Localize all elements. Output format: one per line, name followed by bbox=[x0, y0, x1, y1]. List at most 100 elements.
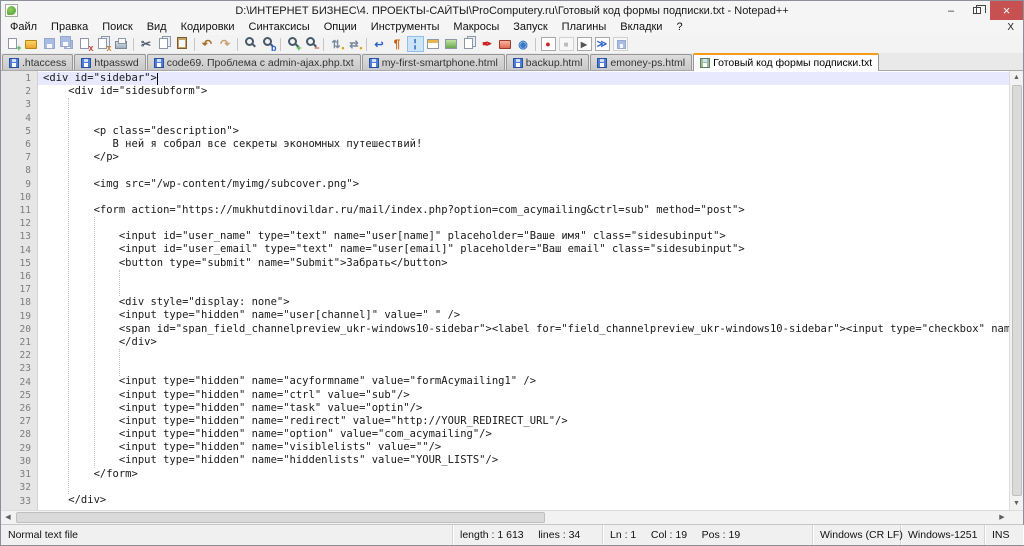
copy-icon[interactable] bbox=[156, 36, 173, 52]
code-line-8[interactable] bbox=[38, 164, 1009, 177]
doc-switcher-icon[interactable] bbox=[461, 36, 478, 52]
tab-7[interactable]: Готовый код формы подписки.txt bbox=[693, 53, 879, 71]
paste-icon[interactable] bbox=[174, 36, 191, 52]
status-encoding[interactable]: Windows-1251 bbox=[901, 525, 985, 545]
code-line-9[interactable]: <img src="/wp-content/myimg/subcover.png… bbox=[38, 178, 1009, 191]
code-line-13[interactable]: <input id="user_name" type="text" name="… bbox=[38, 230, 1009, 243]
code-line-30[interactable]: <input type="hidden" name="hiddenlists" … bbox=[38, 454, 1009, 467]
macro-play-icon[interactable]: ▶ bbox=[576, 36, 593, 52]
code-line-17[interactable] bbox=[38, 283, 1009, 296]
code-line-10[interactable] bbox=[38, 191, 1009, 204]
indent-guide-icon[interactable]: ¦ bbox=[407, 36, 424, 52]
zoom-in-icon[interactable]: + bbox=[285, 36, 302, 52]
code-line-26[interactable]: <input type="hidden" name="task" value="… bbox=[38, 402, 1009, 415]
macro-run-multiple-icon[interactable]: ≫ bbox=[594, 36, 611, 52]
code-line-2[interactable]: <div id="sidesubform"> bbox=[38, 85, 1009, 98]
sync-horizontal-icon[interactable]: ⇄• bbox=[346, 36, 363, 52]
code-line-20[interactable]: <span id="span_field_channelpreview_ukr-… bbox=[38, 323, 1009, 336]
menu-item-help[interactable]: ? bbox=[669, 20, 689, 35]
code-line-12[interactable] bbox=[38, 217, 1009, 230]
vertical-scrollbar[interactable]: ▲ ▼ bbox=[1009, 71, 1023, 510]
vertical-scrollbar-thumb[interactable] bbox=[1012, 85, 1022, 496]
preview-eye-icon[interactable]: ◉ bbox=[515, 36, 532, 52]
code-line-22[interactable] bbox=[38, 349, 1009, 362]
close-button[interactable]: × bbox=[990, 1, 1023, 20]
print-icon[interactable] bbox=[113, 36, 130, 52]
code-line-1[interactable]: <div id="sidebar"> bbox=[38, 72, 1009, 85]
pdf-export-icon[interactable]: ✒ bbox=[479, 36, 496, 52]
code-line-6[interactable]: В ней я собрал все секреты экономных пут… bbox=[38, 138, 1009, 151]
menubar-close-document-button[interactable]: X bbox=[1007, 22, 1023, 33]
macro-save-icon[interactable] bbox=[612, 36, 629, 52]
code-line-15[interactable]: <button type="submit" name="Submit">Забр… bbox=[38, 257, 1009, 270]
function-list-icon[interactable] bbox=[425, 36, 442, 52]
code-line-27[interactable]: <input type="hidden" name="redirect" val… bbox=[38, 415, 1009, 428]
code-line-14[interactable]: <input id="user_email" type="text" name=… bbox=[38, 243, 1009, 256]
tab-5[interactable]: backup.html bbox=[506, 54, 590, 70]
code-line-18[interactable]: <div style="display: none"> bbox=[38, 296, 1009, 309]
new-file-icon[interactable]: + bbox=[5, 36, 22, 52]
tab-1[interactable]: .htaccess bbox=[2, 54, 73, 70]
menu-item-макросы[interactable]: Макросы bbox=[446, 20, 506, 35]
word-wrap-icon[interactable]: ↩ bbox=[371, 36, 388, 52]
text-editor[interactable]: <div id="sidebar"> <div id="sidesubform"… bbox=[38, 71, 1009, 510]
code-line-3[interactable] bbox=[38, 98, 1009, 111]
code-line-25[interactable]: <input type="hidden" name="ctrl" value="… bbox=[38, 389, 1009, 402]
tab-4[interactable]: my-first-smartphone.html bbox=[362, 54, 505, 70]
open-folder-icon[interactable] bbox=[23, 36, 40, 52]
code-line-31[interactable]: </form> bbox=[38, 468, 1009, 481]
code-line-21[interactable]: </div> bbox=[38, 336, 1009, 349]
scroll-left-arrow[interactable]: ◀ bbox=[1, 511, 15, 524]
code-line-29[interactable]: <input type="hidden" name="visiblelists"… bbox=[38, 441, 1009, 454]
menu-item-инструменты[interactable]: Инструменты bbox=[364, 20, 447, 35]
redo-icon[interactable]: ↷ bbox=[217, 36, 234, 52]
menu-item-файл[interactable]: Файл bbox=[3, 20, 44, 35]
code-line-11[interactable]: <form action="https://mukhutdinovildar.r… bbox=[38, 204, 1009, 217]
undo-icon[interactable]: ↶ bbox=[199, 36, 216, 52]
scroll-right-arrow[interactable]: ▶ bbox=[995, 511, 1009, 524]
find-icon[interactable] bbox=[242, 36, 259, 52]
code-line-5[interactable]: <p class="description"> bbox=[38, 125, 1009, 138]
menu-item-плагины[interactable]: Плагины bbox=[555, 20, 614, 35]
mime-tools-icon[interactable] bbox=[497, 36, 514, 52]
menu-item-опции[interactable]: Опции bbox=[317, 20, 364, 35]
tab-6[interactable]: emoney-ps.html bbox=[590, 54, 692, 70]
code-line-33[interactable]: </div> bbox=[38, 494, 1009, 507]
line-number-gutter[interactable]: 1234567891011121314151617181920212223242… bbox=[1, 71, 38, 510]
sync-vertical-icon[interactable]: ⇅• bbox=[328, 36, 345, 52]
horizontal-scrollbar-thumb[interactable] bbox=[16, 512, 545, 523]
menu-item-правка[interactable]: Правка bbox=[44, 20, 95, 35]
code-line-32[interactable] bbox=[38, 481, 1009, 494]
code-line-19[interactable]: <input type="hidden" name="user[channel]… bbox=[38, 309, 1009, 322]
tab-2[interactable]: htpasswd bbox=[74, 54, 145, 70]
status-typing-mode[interactable]: INS bbox=[985, 525, 1023, 545]
show-all-characters-icon[interactable]: ¶ bbox=[389, 36, 406, 52]
cut-icon[interactable]: ✂ bbox=[138, 36, 155, 52]
save-icon[interactable] bbox=[41, 36, 58, 52]
code-line-16[interactable] bbox=[38, 270, 1009, 283]
close-file-icon[interactable]: x bbox=[77, 36, 94, 52]
document-map-icon[interactable] bbox=[443, 36, 460, 52]
replace-icon[interactable]: b bbox=[260, 36, 277, 52]
code-line-7[interactable]: </p> bbox=[38, 151, 1009, 164]
code-line-28[interactable]: <input type="hidden" name="option" value… bbox=[38, 428, 1009, 441]
macro-stop-icon[interactable]: ■ bbox=[558, 36, 575, 52]
minimize-button[interactable]: – bbox=[938, 1, 964, 20]
code-line-4[interactable] bbox=[38, 112, 1009, 125]
scroll-up-arrow[interactable]: ▲ bbox=[1013, 71, 1020, 84]
menu-item-кодировки[interactable]: Кодировки bbox=[174, 20, 242, 35]
menu-item-поиск[interactable]: Поиск bbox=[95, 20, 139, 35]
status-eol-format[interactable]: Windows (CR LF) bbox=[813, 525, 901, 545]
save-all-icon[interactable] bbox=[59, 36, 76, 52]
horizontal-scrollbar-track[interactable] bbox=[15, 511, 995, 524]
tab-3[interactable]: code69. Проблема с admin-ajax.php.txt bbox=[147, 54, 361, 70]
menu-item-синтаксисы[interactable]: Синтаксисы bbox=[242, 20, 317, 35]
code-line-23[interactable] bbox=[38, 362, 1009, 375]
menu-item-вкладки[interactable]: Вкладки bbox=[613, 20, 669, 35]
horizontal-scrollbar[interactable]: ◀ ▶ bbox=[1, 510, 1023, 524]
close-all-icon[interactable]: x bbox=[95, 36, 112, 52]
menu-item-вид[interactable]: Вид bbox=[140, 20, 174, 35]
macro-record-icon[interactable]: ● bbox=[540, 36, 557, 52]
restore-button[interactable] bbox=[964, 1, 990, 20]
zoom-out-icon[interactable]: − bbox=[303, 36, 320, 52]
